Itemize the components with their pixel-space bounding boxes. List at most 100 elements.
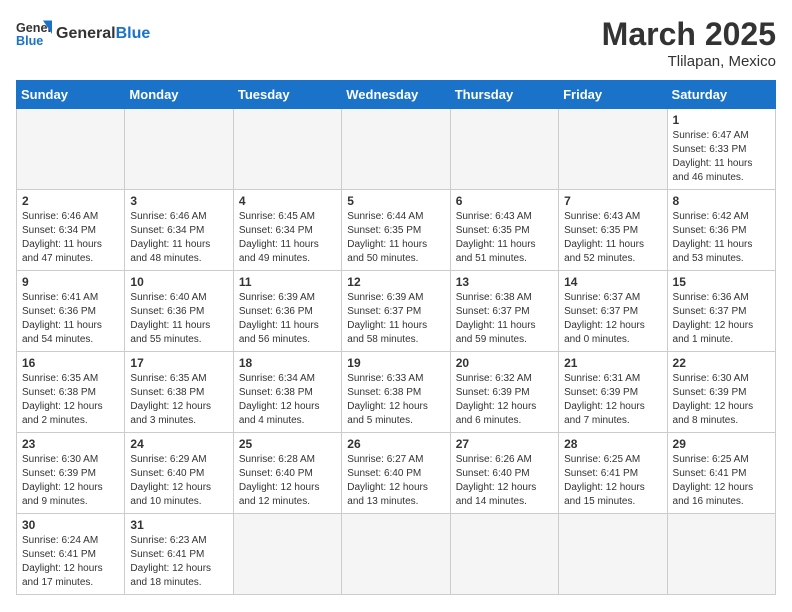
month-title: March 2025 — [602, 16, 776, 53]
calendar-cell: 13 Sunrise: 6:38 AM Sunset: 6:37 PM Dayli… — [450, 271, 558, 352]
calendar-cell: 17Sunrise: 6:35 AM Sunset: 6:38 PM Dayli… — [125, 352, 233, 433]
day-number: 15 — [673, 275, 770, 289]
day-number: 6 — [456, 194, 553, 208]
calendar-cell: 11 Sunrise: 6:39 AM Sunset: 6:36 PM Dayli… — [233, 271, 341, 352]
day-info: Sunrise: 6:45 AM Sunset: 6:34 PM Dayligh… — [239, 210, 336, 266]
title-block: March 2025 Tlilapan, Mexico — [602, 16, 776, 70]
calendar-cell: 26Sunrise: 6:27 AM Sunset: 6:40 PM Dayli… — [342, 433, 450, 514]
day-info: Sunrise: 6:39 AM Sunset: 6:37 PM Dayligh… — [347, 291, 444, 347]
calendar-cell — [233, 109, 341, 190]
day-number: 14 — [564, 275, 661, 289]
calendar-cell: 22Sunrise: 6:30 AM Sunset: 6:39 PM Dayli… — [667, 352, 775, 433]
day-number: 7 — [564, 194, 661, 208]
calendar-cell: 9 Sunrise: 6:41 AM Sunset: 6:36 PM Daylig… — [17, 271, 125, 352]
day-info: Sunrise: 6:47 AM Sunset: 6:33 PM Dayligh… — [673, 129, 770, 185]
day-info: Sunrise: 6:29 AM Sunset: 6:40 PM Dayligh… — [130, 453, 227, 509]
location: Tlilapan, Mexico — [602, 53, 776, 70]
calendar-cell — [342, 514, 450, 595]
calendar-week-3: 9 Sunrise: 6:41 AM Sunset: 6:36 PM Daylig… — [17, 271, 776, 352]
day-number: 10 — [130, 275, 227, 289]
calendar-cell: 24 Sunrise: 6:29 AM Sunset: 6:40 PM Dayli… — [125, 433, 233, 514]
calendar-cell — [667, 514, 775, 595]
day-number: 2 — [22, 194, 119, 208]
day-number: 25 — [239, 437, 336, 451]
day-info: Sunrise: 6:43 AM Sunset: 6:35 PM Dayligh… — [564, 210, 661, 266]
day-number: 23 — [22, 437, 119, 451]
calendar-cell: 21 Sunrise: 6:31 AM Sunset: 6:39 PM Dayli… — [559, 352, 667, 433]
day-number: 22 — [673, 356, 770, 370]
day-info: Sunrise: 6:32 AM Sunset: 6:39 PM Dayligh… — [456, 372, 553, 428]
day-number: 3 — [130, 194, 227, 208]
calendar-cell: 16Sunrise: 6:35 AM Sunset: 6:38 PM Dayli… — [17, 352, 125, 433]
calendar-cell — [450, 109, 558, 190]
day-number: 30 — [22, 518, 119, 532]
day-number: 1 — [673, 113, 770, 127]
day-number: 24 — [130, 437, 227, 451]
day-info: Sunrise: 6:35 AM Sunset: 6:38 PM Dayligh… — [130, 372, 227, 428]
calendar-cell: 27 Sunrise: 6:26 AM Sunset: 6:40 PM Dayli… — [450, 433, 558, 514]
calendar-cell: 8 Sunrise: 6:42 AM Sunset: 6:36 PM Daylig… — [667, 190, 775, 271]
calendar-cell — [233, 514, 341, 595]
day-number: 28 — [564, 437, 661, 451]
calendar-cell: 23Sunrise: 6:30 AM Sunset: 6:39 PM Dayli… — [17, 433, 125, 514]
page-header: General Blue GeneralBlue March 2025 Tlil… — [16, 16, 776, 70]
weekday-header-thursday: Thursday — [450, 81, 558, 109]
day-info: Sunrise: 6:25 AM Sunset: 6:41 PM Dayligh… — [673, 453, 770, 509]
day-number: 4 — [239, 194, 336, 208]
calendar-cell: 19Sunrise: 6:33 AM Sunset: 6:38 PM Dayli… — [342, 352, 450, 433]
calendar-cell: 4 Sunrise: 6:45 AM Sunset: 6:34 PM Daylig… — [233, 190, 341, 271]
calendar-cell: 25Sunrise: 6:28 AM Sunset: 6:40 PM Dayli… — [233, 433, 341, 514]
calendar-cell: 10 Sunrise: 6:40 AM Sunset: 6:36 PM Dayli… — [125, 271, 233, 352]
calendar-cell: 15 Sunrise: 6:36 AM Sunset: 6:37 PM Dayli… — [667, 271, 775, 352]
calendar-cell — [17, 109, 125, 190]
svg-text:Blue: Blue — [16, 34, 43, 48]
day-info: Sunrise: 6:43 AM Sunset: 6:35 PM Dayligh… — [456, 210, 553, 266]
day-number: 21 — [564, 356, 661, 370]
day-info: Sunrise: 6:40 AM Sunset: 6:36 PM Dayligh… — [130, 291, 227, 347]
calendar-cell: 31Sunrise: 6:23 AM Sunset: 6:41 PM Dayli… — [125, 514, 233, 595]
day-info: Sunrise: 6:46 AM Sunset: 6:34 PM Dayligh… — [22, 210, 119, 266]
weekday-header-saturday: Saturday — [667, 81, 775, 109]
day-info: Sunrise: 6:25 AM Sunset: 6:41 PM Dayligh… — [564, 453, 661, 509]
day-info: Sunrise: 6:33 AM Sunset: 6:38 PM Dayligh… — [347, 372, 444, 428]
calendar-cell — [450, 514, 558, 595]
calendar-cell: 20 Sunrise: 6:32 AM Sunset: 6:39 PM Dayli… — [450, 352, 558, 433]
calendar-week-4: 16Sunrise: 6:35 AM Sunset: 6:38 PM Dayli… — [17, 352, 776, 433]
day-info: Sunrise: 6:34 AM Sunset: 6:38 PM Dayligh… — [239, 372, 336, 428]
day-info: Sunrise: 6:44 AM Sunset: 6:35 PM Dayligh… — [347, 210, 444, 266]
weekday-header-monday: Monday — [125, 81, 233, 109]
day-number: 13 — [456, 275, 553, 289]
calendar-cell: 2 Sunrise: 6:46 AM Sunset: 6:34 PM Daylig… — [17, 190, 125, 271]
calendar-cell: 28 Sunrise: 6:25 AM Sunset: 6:41 PM Dayli… — [559, 433, 667, 514]
weekday-header-row: SundayMondayTuesdayWednesdayThursdayFrid… — [17, 81, 776, 109]
calendar-week-2: 2 Sunrise: 6:46 AM Sunset: 6:34 PM Daylig… — [17, 190, 776, 271]
calendar-cell: 1 Sunrise: 6:47 AM Sunset: 6:33 PM Daylig… — [667, 109, 775, 190]
logo-icon: General Blue — [16, 16, 52, 52]
day-number: 27 — [456, 437, 553, 451]
day-number: 8 — [673, 194, 770, 208]
day-number: 9 — [22, 275, 119, 289]
calendar-cell: 29 Sunrise: 6:25 AM Sunset: 6:41 PM Dayli… — [667, 433, 775, 514]
weekday-header-friday: Friday — [559, 81, 667, 109]
logo-text: GeneralBlue — [56, 25, 150, 43]
day-info: Sunrise: 6:36 AM Sunset: 6:37 PM Dayligh… — [673, 291, 770, 347]
calendar-cell: 12 Sunrise: 6:39 AM Sunset: 6:37 PM Dayli… — [342, 271, 450, 352]
day-info: Sunrise: 6:42 AM Sunset: 6:36 PM Dayligh… — [673, 210, 770, 266]
day-number: 18 — [239, 356, 336, 370]
day-info: Sunrise: 6:38 AM Sunset: 6:37 PM Dayligh… — [456, 291, 553, 347]
day-info: Sunrise: 6:39 AM Sunset: 6:36 PM Dayligh… — [239, 291, 336, 347]
calendar-cell — [559, 514, 667, 595]
calendar-cell: 18 Sunrise: 6:34 AM Sunset: 6:38 PM Dayli… — [233, 352, 341, 433]
calendar-cell — [342, 109, 450, 190]
day-info: Sunrise: 6:41 AM Sunset: 6:36 PM Dayligh… — [22, 291, 119, 347]
day-number: 20 — [456, 356, 553, 370]
day-info: Sunrise: 6:26 AM Sunset: 6:40 PM Dayligh… — [456, 453, 553, 509]
day-number: 29 — [673, 437, 770, 451]
calendar-cell: 7 Sunrise: 6:43 AM Sunset: 6:35 PM Daylig… — [559, 190, 667, 271]
logo: General Blue GeneralBlue — [16, 16, 150, 52]
day-number: 11 — [239, 275, 336, 289]
day-info: Sunrise: 6:31 AM Sunset: 6:39 PM Dayligh… — [564, 372, 661, 428]
day-number: 12 — [347, 275, 444, 289]
day-info: Sunrise: 6:37 AM Sunset: 6:37 PM Dayligh… — [564, 291, 661, 347]
weekday-header-tuesday: Tuesday — [233, 81, 341, 109]
